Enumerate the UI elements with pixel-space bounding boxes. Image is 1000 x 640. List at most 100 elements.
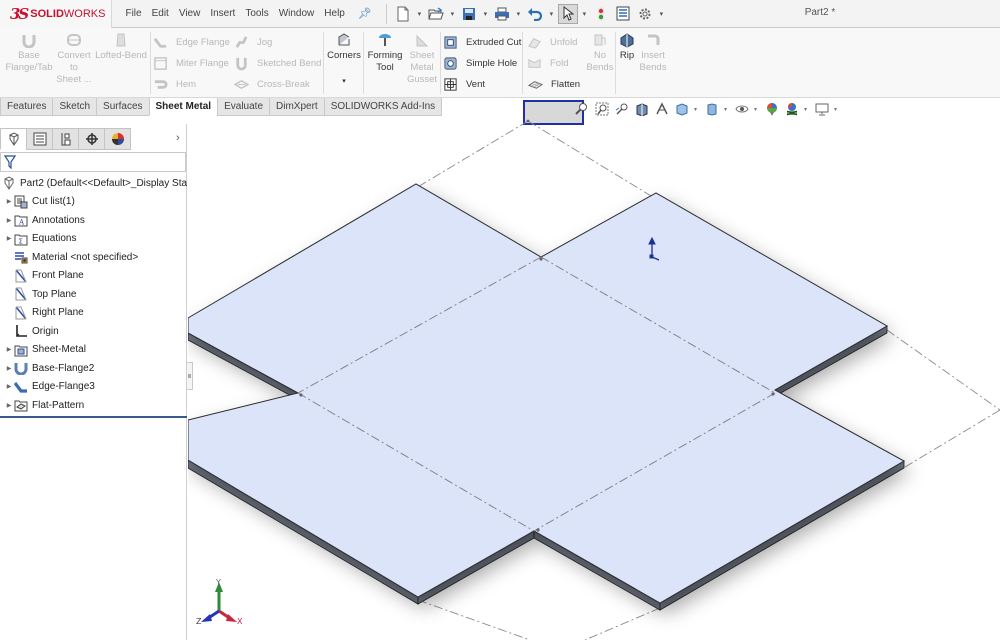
section-view-icon[interactable]	[634, 101, 650, 117]
tab-evaluate[interactable]: Evaluate	[217, 98, 271, 116]
zoom-to-area-icon[interactable]	[594, 101, 610, 117]
graphics-area[interactable]: Y X Z	[188, 116, 1000, 640]
corners-button[interactable]: Corners ▾	[326, 28, 362, 88]
tree-item-cut-list[interactable]: ▶ Cut list(1)	[0, 193, 187, 212]
tree-item-flat-pattern[interactable]: ▶ Flat-Pattern	[0, 396, 187, 415]
open-dropdown[interactable]: ▾	[448, 10, 457, 18]
hide-show-items-icon[interactable]	[734, 101, 750, 117]
rebuild-icon[interactable]	[591, 4, 611, 24]
extruded-cut-button[interactable]: Extruded Cut	[443, 32, 521, 52]
display-style-icon[interactable]	[704, 101, 720, 117]
vent-button[interactable]: Vent	[443, 74, 485, 94]
view-orientation-icon[interactable]	[674, 101, 690, 117]
expand-arrow-icon[interactable]: ▶	[4, 365, 14, 372]
configuration-manager-tab[interactable]	[52, 128, 79, 150]
simple-hole-button[interactable]: Simple Hole	[443, 53, 517, 73]
tree-item-right-plane[interactable]: ▶ Right Plane	[0, 304, 187, 323]
expand-arrow-icon[interactable]: ▶	[4, 217, 14, 224]
tree-item-edge-flange3[interactable]: ▶ Edge-Flange3	[0, 378, 187, 397]
select-cursor-icon[interactable]	[557, 3, 578, 24]
select-dropdown[interactable]: ▾	[580, 10, 589, 18]
expand-arrow-icon[interactable]: ▶	[4, 402, 14, 409]
tab-solidworks-add-ins[interactable]: SOLIDWORKS Add-Ins	[323, 98, 443, 116]
menu-tools[interactable]: Tools	[240, 8, 273, 19]
insert-bends-button[interactable]: Insert Bends	[638, 28, 668, 74]
feature-tree-filter[interactable]	[0, 152, 186, 172]
tree-item-origin[interactable]: ▶ Origin	[0, 322, 187, 341]
save-dropdown[interactable]: ▾	[481, 10, 490, 18]
lofted-bend-button[interactable]: Lofted-Bend	[95, 28, 147, 62]
flatten-button[interactable]: Flatten	[528, 74, 580, 94]
tree-item-label: Base-Flange2	[32, 362, 95, 374]
menu-file[interactable]: File	[120, 8, 146, 19]
view-orientation-dropdown[interactable]: ▾	[694, 106, 700, 113]
edit-appearance-icon[interactable]	[764, 101, 780, 117]
unfold-button[interactable]: Unfold	[527, 32, 577, 52]
print-dropdown[interactable]: ▾	[514, 10, 523, 18]
miter-flange-button[interactable]: Miter Flange	[153, 53, 229, 73]
forming-tool-button[interactable]: Forming Tool	[366, 28, 404, 74]
open-folder-icon[interactable]	[426, 4, 446, 24]
jog-button[interactable]: Jog	[234, 32, 272, 52]
tree-item-top-plane[interactable]: ▶ Top Plane	[0, 285, 187, 304]
menu-help[interactable]: Help	[319, 8, 350, 19]
new-document-icon[interactable]	[393, 4, 413, 24]
new-dropdown[interactable]: ▾	[415, 10, 424, 18]
hem-button[interactable]: Hem	[153, 74, 196, 94]
menu-insert[interactable]: Insert	[205, 8, 240, 19]
save-icon[interactable]	[459, 4, 479, 24]
tab-sheet-metal[interactable]: Sheet Metal	[148, 98, 219, 116]
expand-arrow-icon[interactable]: ▶	[4, 346, 14, 353]
tree-root-part[interactable]: Part2 (Default<<Default>_Display Sta	[0, 174, 187, 193]
tree-item-sheet-metal[interactable]: ▶ Sheet-Metal	[0, 341, 187, 360]
tab-dimxpert[interactable]: DimXpert	[269, 98, 325, 116]
apply-scene-icon[interactable]	[784, 101, 800, 117]
property-manager-tab[interactable]	[26, 128, 53, 150]
tree-item-material[interactable]: ▶ Material <not specified>	[0, 248, 187, 267]
tree-item-base-flange2[interactable]: ▶ Base-Flange2	[0, 359, 187, 378]
tree-item-equations[interactable]: ▶ Σ Equations	[0, 230, 187, 249]
menu-window[interactable]: Window	[274, 8, 320, 19]
dynamic-annotation-icon[interactable]	[654, 101, 670, 117]
expand-arrow-icon[interactable]: ▶	[4, 383, 14, 390]
menu-view[interactable]: View	[174, 8, 206, 19]
feature-manager-tab[interactable]	[0, 128, 27, 150]
no-bends-button[interactable]: No Bends	[586, 28, 614, 74]
expand-arrow-icon[interactable]: ▶	[4, 235, 14, 242]
tab-sketch[interactable]: Sketch	[52, 98, 98, 116]
hide-show-dropdown[interactable]: ▾	[754, 106, 760, 113]
corners-dropdown[interactable]: ▾	[342, 76, 346, 88]
tab-surfaces[interactable]: Surfaces	[96, 98, 150, 116]
tab-features[interactable]: Features	[0, 98, 54, 116]
base-flange-tab-button[interactable]: Base Flange/Tab	[6, 28, 53, 74]
previous-view-icon[interactable]	[614, 101, 630, 117]
file-properties-icon[interactable]	[613, 4, 633, 24]
rollback-bar[interactable]	[0, 415, 187, 418]
apply-scene-dropdown[interactable]: ▾	[804, 106, 810, 113]
zoom-to-fit-icon[interactable]	[574, 101, 590, 117]
print-icon[interactable]	[492, 4, 512, 24]
fold-button[interactable]: Fold	[527, 53, 568, 73]
display-manager-tab[interactable]	[104, 128, 131, 150]
sketched-bend-button[interactable]: Sketched Bend	[234, 53, 321, 73]
undo-dropdown[interactable]: ▾	[547, 10, 556, 18]
view-settings-dropdown[interactable]: ▾	[834, 106, 840, 113]
expand-arrow-icon[interactable]: ▶	[4, 198, 14, 205]
cross-break-button[interactable]: Cross-Break	[234, 74, 310, 94]
undo-icon[interactable]	[525, 4, 545, 24]
edge-flange-button[interactable]: Edge Flange	[153, 32, 230, 52]
display-style-dropdown[interactable]: ▾	[724, 106, 730, 113]
options-gear-icon[interactable]	[635, 4, 655, 24]
pin-menu-icon[interactable]: 📌︎	[358, 7, 372, 20]
options-dropdown[interactable]: ▾	[657, 10, 666, 18]
rip-button[interactable]: Rip	[617, 28, 637, 62]
expand-panel-chevron-icon[interactable]: ›	[176, 132, 180, 144]
sheet-metal-gusset-button[interactable]: Sheet Metal Gusset	[405, 28, 439, 86]
convert-to-sheet-metal-button[interactable]: Convert to Sheet ...	[54, 28, 94, 86]
tree-item-annotations[interactable]: ▶ A Annotations	[0, 211, 187, 230]
tree-item-front-plane[interactable]: ▶ Front Plane	[0, 267, 187, 286]
dimxpert-manager-tab[interactable]	[78, 128, 105, 150]
view-settings-icon[interactable]	[814, 101, 830, 117]
solidworks-logo[interactable]: 3S SOLID WORKS	[0, 0, 113, 28]
menu-edit[interactable]: Edit	[147, 8, 174, 19]
